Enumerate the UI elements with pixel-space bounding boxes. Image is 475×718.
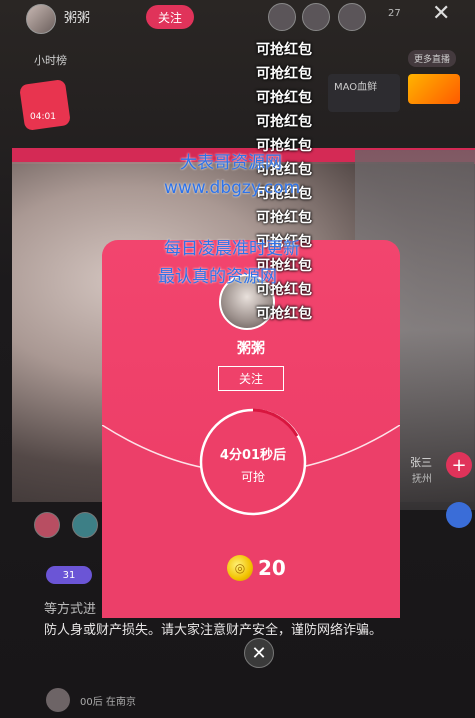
follow-host-button[interactable]: 关注 xyxy=(146,5,194,29)
watermark-line: 最认真的资源网 xyxy=(158,267,277,287)
hourly-rank-label[interactable]: 小时榜 xyxy=(34,52,67,68)
coin-icon: ◎ xyxy=(227,555,253,581)
user-chip-name: 张三 xyxy=(410,456,432,469)
viewer-count[interactable]: 27 xyxy=(388,8,401,19)
chat-avatar[interactable] xyxy=(72,512,98,538)
side-shortcut-icon[interactable] xyxy=(446,502,472,528)
add-button[interactable]: + xyxy=(446,452,472,478)
host-name: 粥粥 xyxy=(64,11,91,26)
watermark-line: 大表哥资源网 xyxy=(180,153,282,173)
close-modal-icon[interactable]: ✕ xyxy=(244,638,274,668)
user-chip-city: 抚州 xyxy=(412,474,432,485)
packet-sender-name: 粥粥 xyxy=(237,341,265,357)
viewer-avatar[interactable] xyxy=(302,3,330,31)
gift-timer: 04:01 xyxy=(30,112,56,122)
red-packet-label[interactable]: 可抢红包 xyxy=(236,86,332,110)
viewer-avatar[interactable] xyxy=(338,3,366,31)
coin-amount: 20 xyxy=(258,556,286,580)
red-packet-label[interactable]: 可抢红包 xyxy=(236,110,332,134)
red-packet-label[interactable]: 可抢红包 xyxy=(236,206,332,230)
pk-card[interactable]: MAO血鲜 xyxy=(328,74,400,112)
red-packet-label[interactable]: 可抢红包 xyxy=(236,62,332,86)
watermark-line: 每日凌晨准时更新 xyxy=(164,239,300,259)
notice-prefix: 等方式进 xyxy=(44,602,97,617)
watermark-line: www.dbgzy.com xyxy=(164,178,301,198)
more-live-button[interactable]: 更多直播 xyxy=(408,50,457,67)
chat-avatar[interactable] xyxy=(34,512,60,538)
viewer-avatar[interactable] xyxy=(268,3,296,31)
safety-notice: 防人身或财产损失。请大家注意财产安全，谨防网络诈骗。 xyxy=(44,623,383,638)
follow-sender-button[interactable]: 关注 xyxy=(218,366,284,391)
close-icon[interactable]: ✕ xyxy=(432,1,450,26)
host-avatar[interactable] xyxy=(26,4,56,34)
bottom-user-avatar[interactable] xyxy=(46,688,70,712)
countdown-label: 可抢 xyxy=(240,470,265,484)
pk-badge-icon[interactable] xyxy=(408,74,460,104)
fan-badge: 31 xyxy=(46,566,92,584)
countdown-time: 4分01秒后 xyxy=(219,448,287,463)
pk-title: MAO血鲜 xyxy=(334,82,378,93)
bottom-user-info: 00后 在南京 xyxy=(80,697,136,708)
red-packet-label[interactable]: 可抢红包 xyxy=(236,302,332,326)
gift-box-icon[interactable] xyxy=(19,79,71,131)
red-packet-label[interactable]: 可抢红包 xyxy=(236,38,332,62)
